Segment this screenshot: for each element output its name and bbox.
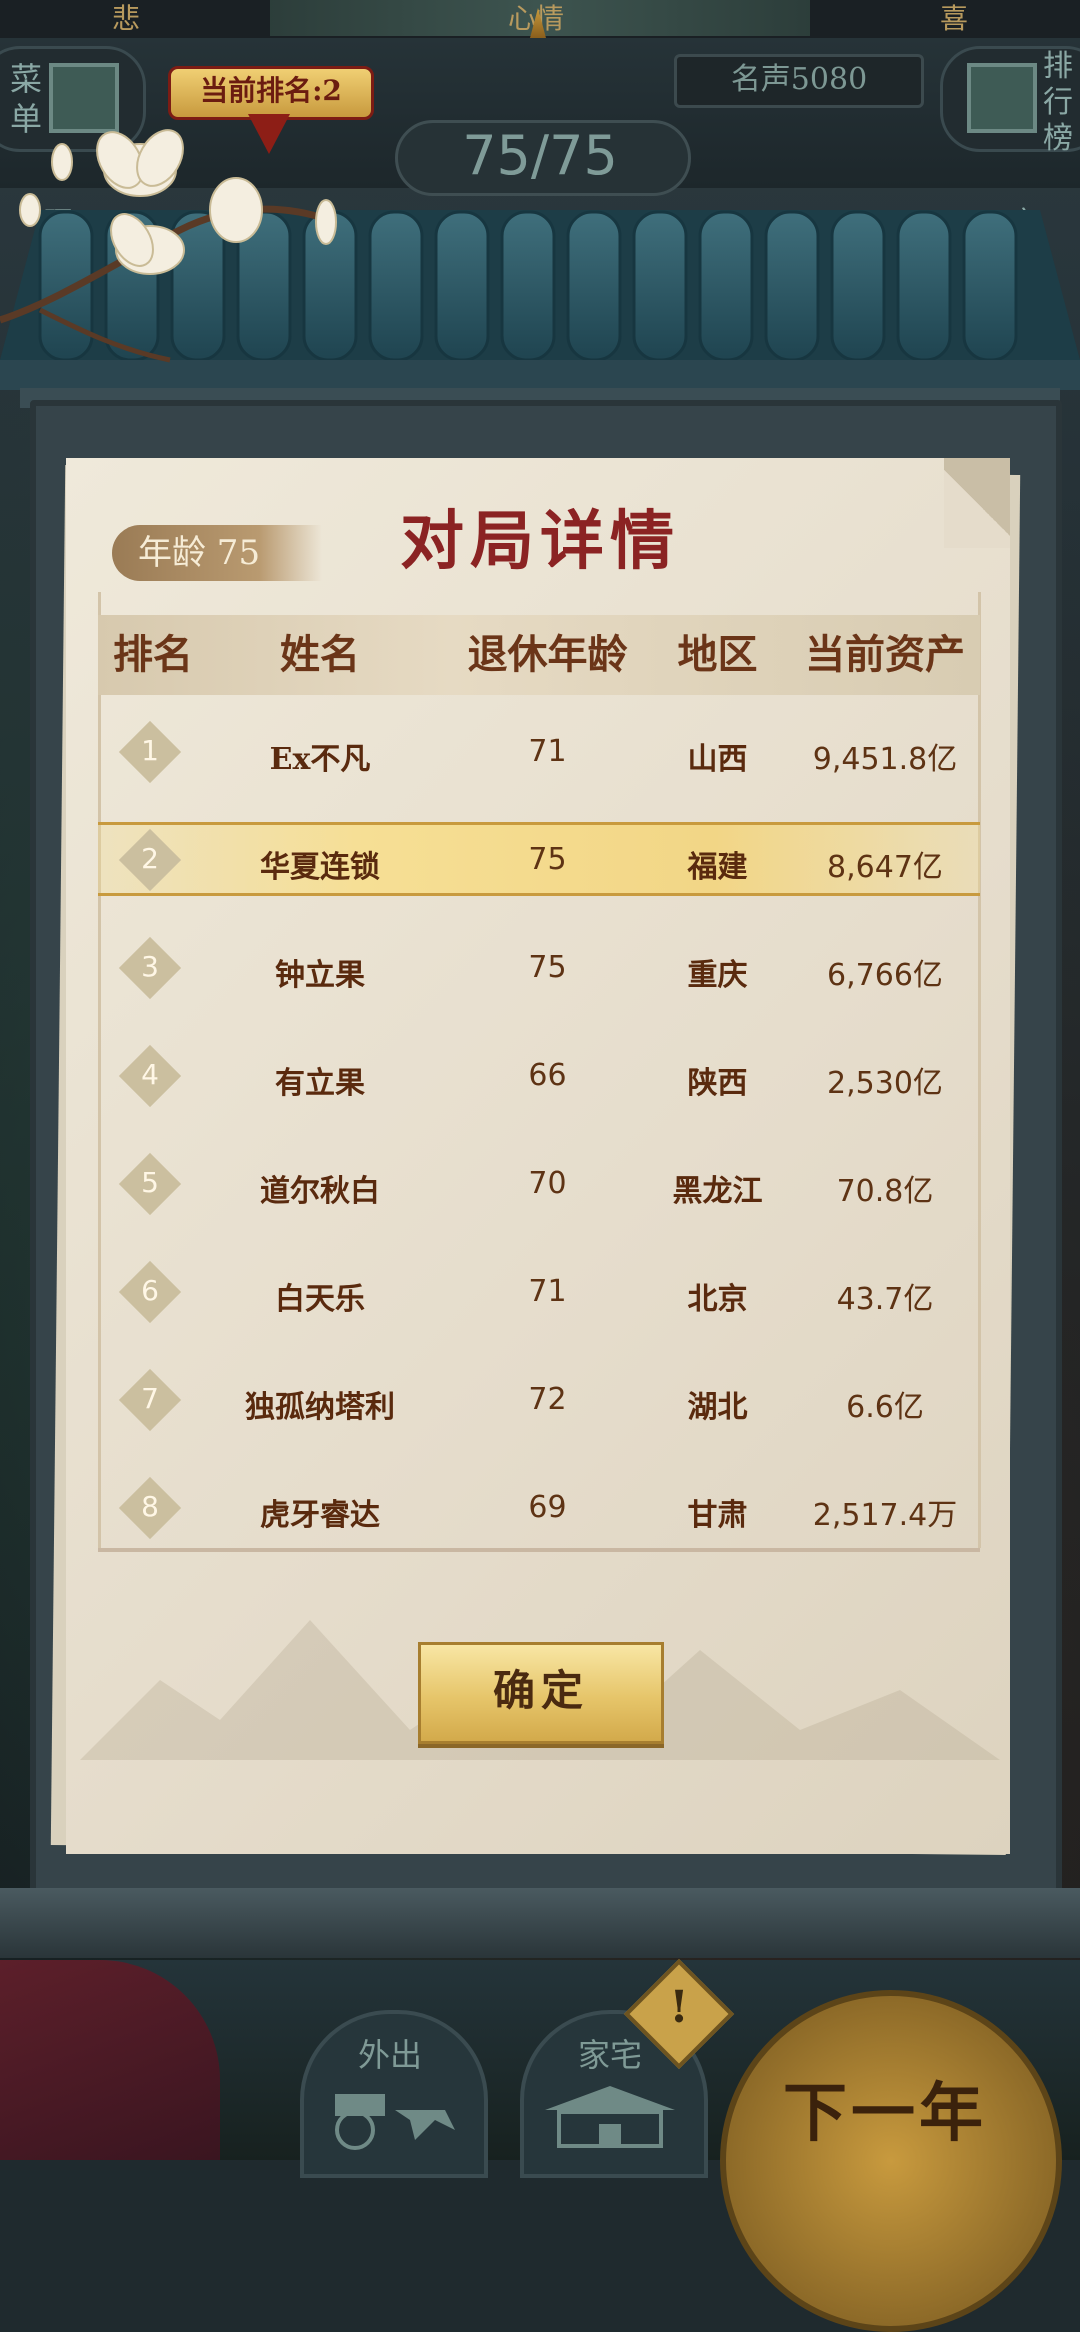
row-retire-age: 69: [528, 1490, 567, 1525]
row-assets: 9,451.8亿: [812, 742, 958, 777]
row-assets: 8,647亿: [827, 850, 943, 885]
row-rank: 4: [141, 1058, 159, 1091]
age-tag: 年龄 75: [112, 525, 322, 581]
column-header-rank: 排名: [113, 631, 193, 678]
row-assets: 6.6亿: [846, 1390, 924, 1425]
row-region: 甘肃: [687, 1498, 748, 1533]
row-assets: 43.7亿: [836, 1282, 934, 1317]
row-region: 福建: [687, 850, 748, 885]
row-name: 有立果: [275, 1066, 365, 1101]
row-name: 独孤纳塔利: [245, 1390, 395, 1425]
row-rank: 5: [141, 1166, 159, 1199]
column-header-retire-age: 退休年龄: [467, 631, 628, 678]
row-assets: 70.8亿: [836, 1174, 934, 1209]
row-name: 钟立果: [275, 958, 365, 993]
board-base: [0, 1888, 1080, 1958]
row-retire-age: 72: [528, 1382, 567, 1417]
column-header-name: 姓名: [280, 631, 360, 678]
table-bottom-rule: [98, 1548, 980, 1552]
row-rank: 6: [141, 1274, 159, 1307]
next-year-button[interactable]: [720, 1990, 1062, 2332]
outing-label: 外出: [357, 2036, 422, 2074]
row-retire-age: 70: [528, 1166, 567, 1201]
column-header-region: 地区: [677, 631, 758, 678]
mood-bar: 悲 心情 喜: [0, 0, 1080, 38]
row-region: 陕西: [687, 1066, 748, 1101]
row-retire-age: 75: [528, 842, 567, 877]
row-rank: 8: [141, 1490, 159, 1523]
row-retire-age: 66: [528, 1058, 567, 1093]
row-region: 山西: [687, 742, 748, 777]
row-name: 虎牙睿达: [260, 1498, 380, 1533]
next-year-label: 下一年: [783, 2076, 987, 2151]
carriage-icon: [335, 2094, 455, 2150]
row-assets: 6,766亿: [827, 958, 943, 993]
row-assets: 2,530亿: [827, 1066, 943, 1101]
row-region: 北京: [687, 1282, 748, 1317]
row-name: 白天乐: [275, 1282, 365, 1317]
row-retire-age: 71: [528, 734, 567, 769]
row-rank: 2: [141, 842, 159, 875]
house-icon: [545, 2086, 675, 2148]
row-retire-age: 75: [528, 950, 567, 985]
leaderboard-button[interactable]: 排行榜: [940, 46, 1080, 156]
row-retire-age: 71: [528, 1274, 567, 1309]
turn-counter: 75/75: [462, 124, 618, 187]
leaderboard-icon: [967, 63, 1037, 133]
row-rank: 3: [141, 950, 159, 983]
confirm-button[interactable]: 确定: [418, 1642, 664, 1744]
magnolia-branch-decoration: [0, 129, 337, 363]
row-name: Ex不凡: [269, 742, 371, 777]
column-header-assets: 当前资产: [805, 631, 965, 678]
row-region: 黑龙江: [672, 1174, 763, 1209]
row-region: 湖北: [687, 1390, 748, 1425]
mood-sad-label: 悲: [112, 2, 141, 35]
row-rank: 7: [141, 1382, 159, 1415]
row-assets: 2,517.4万: [812, 1498, 958, 1533]
row-region: 重庆: [687, 958, 748, 993]
fame-display: 名声5080: [674, 54, 924, 108]
warning-icon: !: [669, 1982, 689, 2033]
row-rank: 1: [141, 734, 159, 767]
row-name: 道尔秋白: [260, 1174, 380, 1209]
row-name: 华夏连锁: [260, 850, 380, 885]
leaderboard-label: 排行榜: [1043, 49, 1073, 156]
mood-happy-label: 喜: [940, 2, 969, 35]
